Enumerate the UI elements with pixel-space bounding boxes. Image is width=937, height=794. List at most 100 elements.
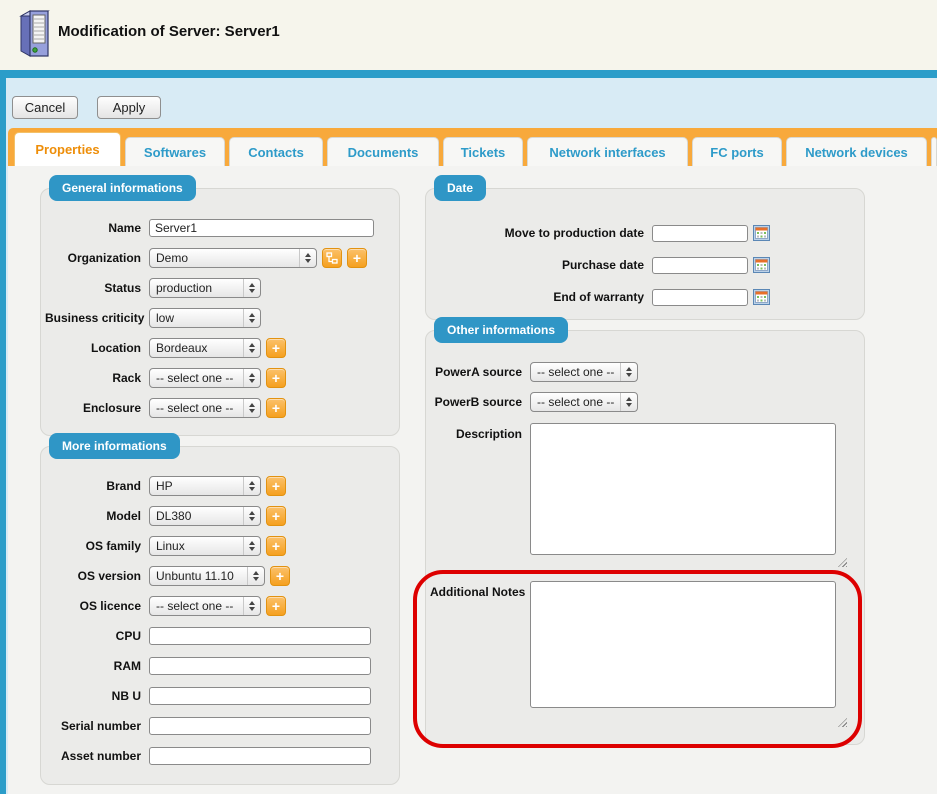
status-select[interactable]: production [149,278,261,298]
field-label: CPU [45,629,149,643]
fieldset-title: General informations [49,175,196,201]
select-spinner-icon [243,309,260,327]
field-row-nb-u: NB U [41,681,399,711]
field-label: RAM [45,659,149,673]
plus-icon: + [353,250,361,267]
add-os-licence-button[interactable]: + [266,596,286,616]
add-os-version-button[interactable]: + [270,566,290,586]
asset-number-input[interactable] [149,747,371,765]
field-label: PowerB source [430,395,530,409]
rack-select[interactable]: -- select one -- [149,368,261,388]
business-criticity-select[interactable]: low [149,308,261,328]
field-label: Rack [45,371,149,385]
fieldset-title: More informations [49,433,180,459]
calendar-icon [753,289,770,305]
cancel-button[interactable]: Cancel [12,96,78,119]
field-label: Move to production date [430,226,652,240]
tab-partial[interactable] [931,137,937,166]
end-of-warranty-input[interactable] [652,289,748,306]
field-label: Business criticity [45,311,149,325]
tab-tickets[interactable]: Tickets [443,137,523,166]
brand-select[interactable]: HP [149,476,261,496]
tab-network-devices[interactable]: Network devices [786,137,927,166]
field-row-os-version: OS version Unbuntu 11.10 + [41,561,399,591]
field-row-os-family: OS family Linux + [41,531,399,561]
modification-page: Modification of Server: Server1 Cancel A… [0,0,937,794]
properties-panel: General informations Name Organization D… [8,166,937,794]
add-brand-button[interactable]: + [266,476,286,496]
plus-icon: + [272,478,280,495]
field-row-os-licence: OS licence -- select one -- + [41,591,399,621]
field-row-model: Model DL380 + [41,501,399,531]
add-location-button[interactable]: + [266,338,286,358]
os-licence-select[interactable]: -- select one -- [149,596,261,616]
powerb-source-select[interactable]: -- select one -- [530,392,638,412]
field-label: Serial number [45,719,149,733]
field-label: Description [430,423,530,441]
enclosure-select[interactable]: -- select one -- [149,398,261,418]
cpu-input[interactable] [149,627,371,645]
description-textarea[interactable] [530,423,836,555]
field-row-ram: RAM [41,651,399,681]
fieldset-more-informations: More informations Brand HP + Model DL380… [40,446,400,785]
field-label: Enclosure [45,401,149,415]
fieldset-date: Date Move to production date Purchase da… [425,188,865,320]
plus-icon: + [272,598,280,615]
field-row-name: Name [41,213,399,243]
select-spinner-icon [620,393,637,411]
field-label: OS version [45,569,149,583]
move-to-production-date-picker-button[interactable] [752,225,770,242]
add-os-family-button[interactable]: + [266,536,286,556]
field-row-cpu: CPU [41,621,399,651]
os-version-select[interactable]: Unbuntu 11.10 [149,566,265,586]
ram-input[interactable] [149,657,371,675]
add-enclosure-button[interactable]: + [266,398,286,418]
field-label: NB U [45,689,149,703]
field-label: Asset number [45,749,149,763]
powera-source-select[interactable]: -- select one -- [530,362,638,382]
top-divider-bar [0,70,937,78]
calendar-icon [753,225,770,241]
organization-hierarchy-button[interactable] [322,248,342,268]
field-label: OS licence [45,599,149,613]
purchase-date-picker-button[interactable] [752,257,770,274]
move-to-production-date-input[interactable] [652,225,748,242]
tab-fc-ports[interactable]: FC ports [692,137,782,166]
apply-button[interactable]: Apply [97,96,161,119]
field-label: Purchase date [430,258,652,272]
serial-number-input[interactable] [149,717,371,735]
field-label: Status [45,281,149,295]
fieldset-title: Other informations [434,317,568,343]
plus-icon: + [272,538,280,555]
select-spinner-icon [243,279,260,297]
tab-properties[interactable]: Properties [14,132,121,166]
purchase-date-input[interactable] [652,257,748,274]
add-model-button[interactable]: + [266,506,286,526]
organization-select[interactable]: Demo [149,248,317,268]
model-select[interactable]: DL380 [149,506,261,526]
additional-notes-textarea[interactable] [530,581,836,708]
os-family-select[interactable]: Linux [149,536,261,556]
location-select[interactable]: Bordeaux [149,338,261,358]
select-spinner-icon [243,477,260,495]
server-icon [13,8,55,60]
tab-network-interfaces[interactable]: Network interfaces [527,137,688,166]
tab-contacts[interactable]: Contacts [229,137,323,166]
add-organization-button[interactable]: + [347,248,367,268]
plus-icon: + [272,370,280,387]
select-spinner-icon [243,369,260,387]
field-row-organization: Organization Demo + [41,243,399,273]
field-row-status: Status production [41,273,399,303]
field-row-enclosure: Enclosure -- select one -- + [41,393,399,423]
name-input[interactable] [149,219,374,237]
tab-documents[interactable]: Documents [327,137,439,166]
nb-u-input[interactable] [149,687,371,705]
field-row-powera-source: PowerA source -- select one -- [426,357,864,387]
add-rack-button[interactable]: + [266,368,286,388]
field-row-powerb-source: PowerB source -- select one -- [426,387,864,417]
select-spinner-icon [299,249,316,267]
tab-softwares[interactable]: Softwares [125,137,225,166]
end-of-warranty-picker-button[interactable] [752,289,770,306]
select-spinner-icon [243,339,260,357]
page-header: Modification of Server: Server1 [0,0,937,70]
